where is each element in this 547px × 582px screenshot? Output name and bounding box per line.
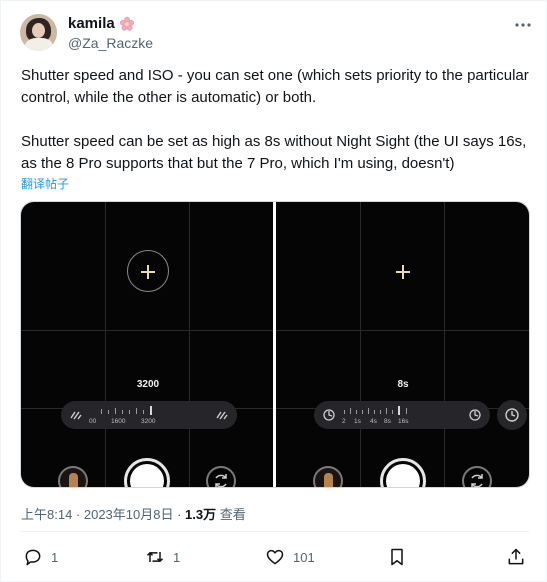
reply-button[interactable]: 1 xyxy=(23,545,58,569)
media-image-iso[interactable]: 3200 00 1600 3200 xyxy=(21,202,273,487)
auto-iso-icon xyxy=(70,411,82,420)
shutter-auto-icon xyxy=(469,409,481,421)
focus-crosshair-icon xyxy=(396,265,410,279)
author-handle[interactable]: @Za_Raczke xyxy=(68,35,153,51)
bookmark-button[interactable] xyxy=(387,545,407,569)
shutter-auto-icon xyxy=(323,409,335,421)
shutter-button-icon xyxy=(380,458,426,487)
timestamp[interactable]: 上午8:14 · 2023年10月8日 · xyxy=(21,507,185,522)
share-icon xyxy=(508,548,524,565)
iso-tick-label: 3200 xyxy=(141,418,156,425)
shutter-speed-value: 8s xyxy=(397,379,409,390)
reply-count: 1 xyxy=(51,549,59,565)
like-button[interactable]: 101 xyxy=(265,545,315,569)
tweet-card: kamila @Za_Raczke Shutter speed and ISO … xyxy=(0,0,547,582)
author-name-row: kamila xyxy=(68,15,135,32)
iso-slider: 00 1600 3200 xyxy=(61,401,237,429)
display-name[interactable]: kamila xyxy=(68,15,115,32)
translate-post-link[interactable]: 翻译帖子 xyxy=(21,175,69,192)
iso-value: 3200 xyxy=(136,379,160,390)
shutter-tick-label: 16s xyxy=(398,418,409,425)
focus-crosshair-icon xyxy=(141,265,155,279)
like-count: 101 xyxy=(293,549,315,565)
flip-camera-icon xyxy=(206,466,236,487)
tweet-meta: 上午8:14 · 2023年10月8日 · 1.3万 查看 xyxy=(21,504,246,523)
media-gallery[interactable]: 3200 00 1600 3200 8s 2 1s 4s 8s 16s xyxy=(20,201,530,488)
views-count: 1.3万 xyxy=(185,507,217,522)
avatar[interactable] xyxy=(20,14,57,51)
shutter-button-icon xyxy=(124,458,170,487)
more-options-icon[interactable] xyxy=(513,15,533,35)
gallery-thumbnail xyxy=(313,466,343,487)
iso-tick-label: 00 xyxy=(89,418,97,425)
shutter-tick-label: 8s xyxy=(384,418,391,425)
bookmark-icon xyxy=(391,548,403,566)
tweet-text: Shutter speed and ISO - you can set one … xyxy=(21,65,531,175)
reply-icon xyxy=(25,549,41,566)
heart-icon xyxy=(266,549,284,565)
cherry-blossom-icon xyxy=(119,16,135,32)
shutter-speed-slider: 2 1s 4s 8s 16s xyxy=(314,401,490,429)
settings-toggle-icon xyxy=(497,400,527,430)
auto-iso-icon xyxy=(216,411,228,420)
share-button[interactable] xyxy=(506,545,526,569)
divider xyxy=(20,531,530,532)
media-image-shutter-speed[interactable]: 8s 2 1s 4s 8s 16s xyxy=(276,202,529,487)
tweet-paragraph-1: Shutter speed and ISO - you can set one … xyxy=(21,67,533,106)
tweet-paragraph-2: Shutter speed can be set as high as 8s w… xyxy=(21,133,531,172)
shutter-tick-label: 2 xyxy=(342,418,346,425)
repost-icon xyxy=(146,552,164,562)
repost-button[interactable]: 1 xyxy=(145,545,180,569)
iso-tick-label: 1600 xyxy=(111,418,126,425)
flip-camera-icon xyxy=(462,466,492,487)
views-label: 查看 xyxy=(216,507,246,522)
gallery-thumbnail xyxy=(58,466,88,487)
shutter-tick-label: 1s xyxy=(354,418,361,425)
repost-count: 1 xyxy=(173,549,181,565)
shutter-tick-label: 4s xyxy=(370,418,377,425)
